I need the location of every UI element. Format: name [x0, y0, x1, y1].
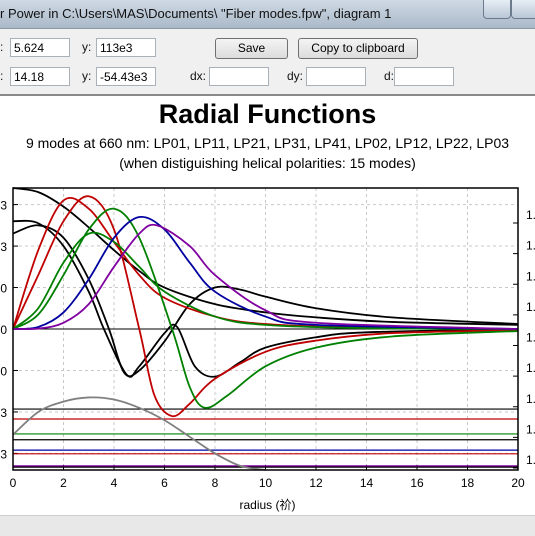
x-tick-label: 10	[259, 476, 273, 490]
right-tick-label: 1.	[526, 422, 535, 436]
x-tick-label: 20	[511, 476, 525, 490]
x-tick-label: 12	[309, 476, 323, 490]
left-tick-label: 0	[0, 323, 7, 337]
series-line	[12, 223, 519, 331]
left-tick-label: 3	[0, 406, 7, 420]
x-axis-label: radius (祄)	[239, 498, 296, 512]
left-tick-label: 3	[0, 199, 7, 213]
x-tick-label: 0	[10, 476, 17, 490]
right-tick-label: 1.	[526, 300, 535, 314]
right-tick-label: 1.	[526, 269, 535, 283]
right-tick-label: 1.	[526, 331, 535, 345]
right-tick-label: 1.	[526, 239, 535, 253]
x-tick-label: 6	[161, 476, 168, 490]
left-tick-label: 3	[0, 240, 7, 254]
left-tick-label: 3	[0, 447, 7, 461]
right-tick-label: 1.	[526, 392, 535, 406]
status-bar	[0, 515, 535, 536]
left-tick-label: 0	[0, 364, 7, 378]
left-tick-label: 0	[0, 282, 7, 296]
right-tick-label: 1.	[526, 361, 535, 375]
x-tick-label: 16	[410, 476, 424, 490]
right-tick-label: 1.	[526, 208, 535, 222]
x-tick-label: 4	[111, 476, 118, 490]
series-line	[12, 224, 519, 378]
x-tick-label: 8	[212, 476, 219, 490]
plot[interactable]: 0 2 4 6 8 10 12 14 16 18 20 3 3 0 0 0 3 3 1. 1. 1. 1. 1. 1. 1. 1.…	[0, 0, 535, 535]
right-tick-label: 1.	[526, 453, 535, 467]
x-tick-label: 14	[360, 476, 374, 490]
x-tick-label: 18	[461, 476, 475, 490]
x-tick-label: 2	[60, 476, 67, 490]
